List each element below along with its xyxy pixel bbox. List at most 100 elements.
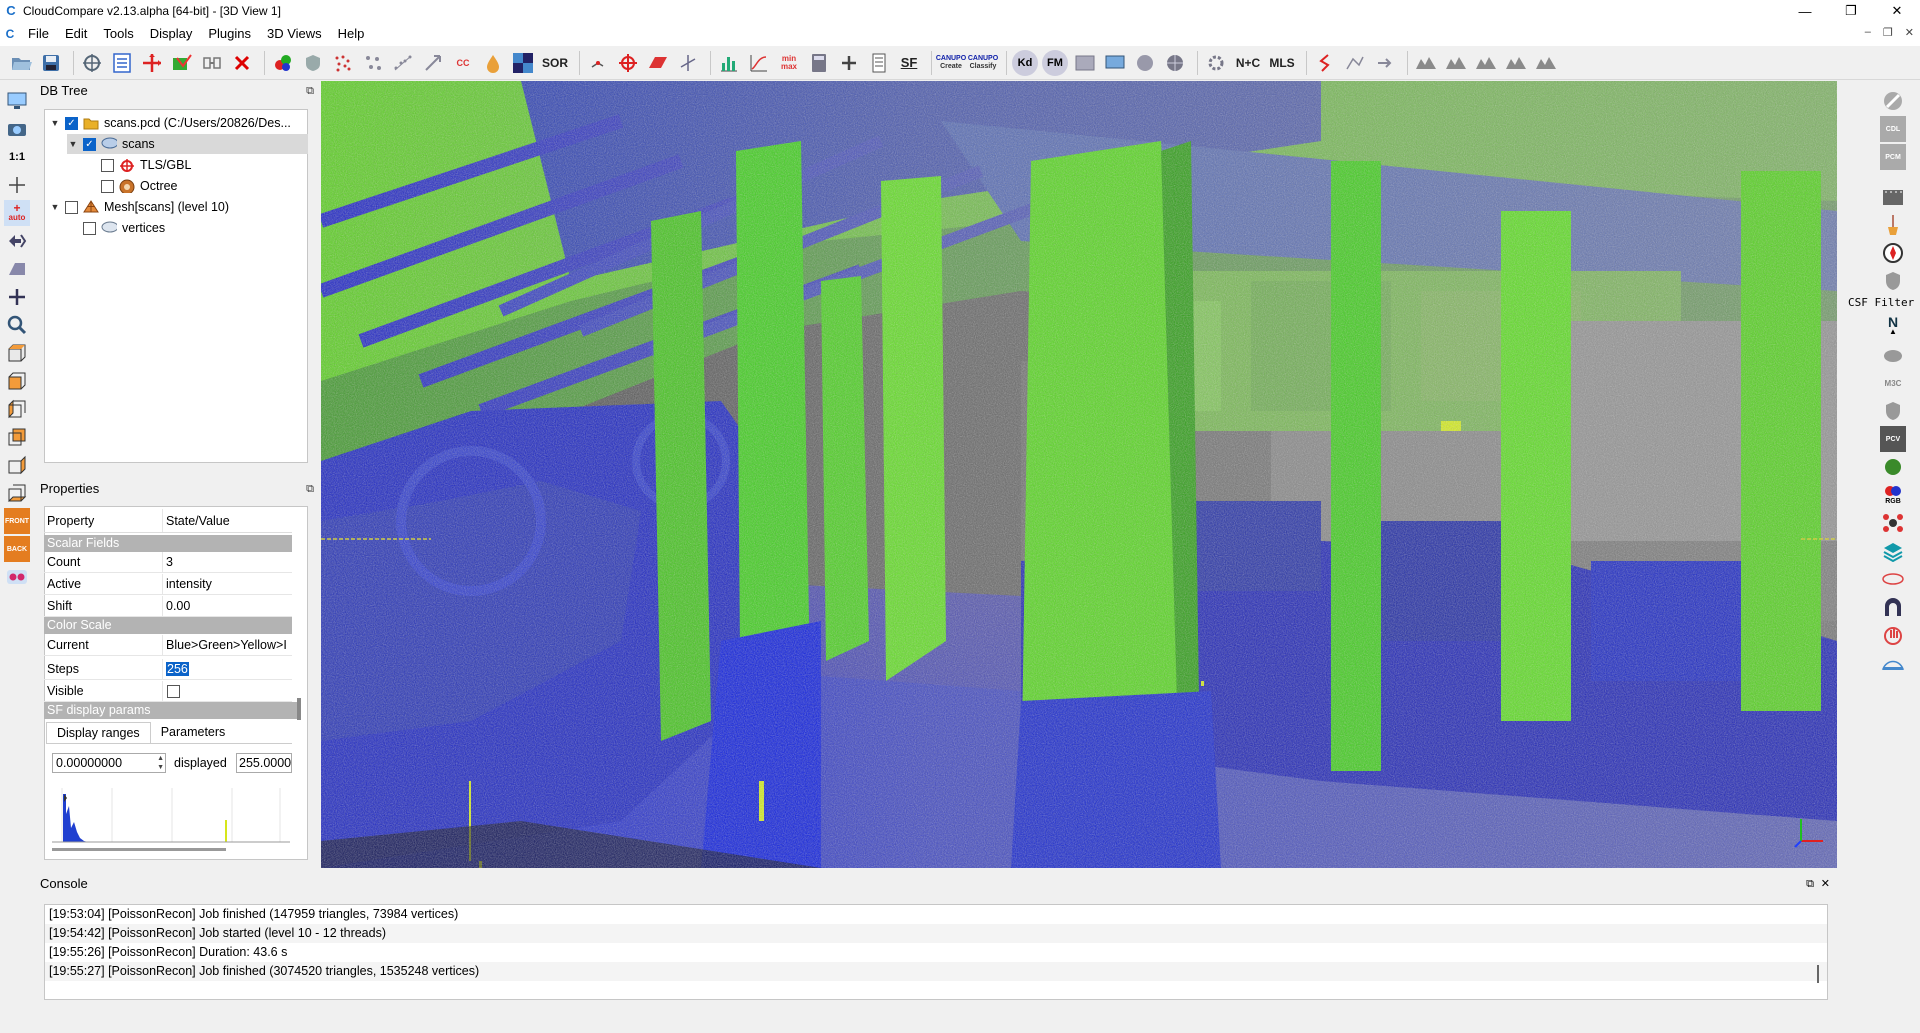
sor-filter-button[interactable]: SOR [540, 50, 570, 76]
camera-icon[interactable] [4, 116, 30, 142]
shield-mesh-icon[interactable] [300, 50, 326, 76]
translate-rotate-icon[interactable] [139, 50, 165, 76]
mls-button[interactable]: MLS [1267, 50, 1297, 76]
console-scrollbar[interactable] [1817, 965, 1819, 983]
globe-icon[interactable] [1162, 50, 1188, 76]
bottom-view-icon[interactable] [4, 480, 30, 506]
m3c2-icon[interactable]: M3C [1880, 370, 1906, 396]
open-icon[interactable] [8, 50, 34, 76]
center-icon[interactable] [4, 284, 30, 310]
crosshair-icon[interactable] [615, 50, 641, 76]
expand-arrow-icon[interactable]: ▼ [49, 118, 61, 128]
brush-icon[interactable] [1880, 212, 1906, 238]
noise-filter-icon[interactable] [390, 50, 416, 76]
auto-pivot-button[interactable]: + auto [4, 200, 30, 226]
add-sf-icon[interactable] [836, 50, 862, 76]
tree-node-tls-gbl[interactable]: TLS/GBL [97, 155, 297, 175]
menu-help[interactable]: Help [330, 22, 373, 46]
menu-file[interactable]: File [20, 22, 57, 46]
mdi-app-icon[interactable]: C [0, 27, 20, 41]
undock-icon[interactable]: ⧉ [306, 480, 314, 498]
histogram-scrollbar[interactable] [52, 848, 226, 851]
sf-list-icon[interactable] [866, 50, 892, 76]
terrain-2-icon[interactable] [1443, 50, 1469, 76]
undock-icon[interactable]: ⧉ [306, 82, 314, 100]
range-max-input[interactable]: 255.0000 [236, 753, 292, 773]
tab-parameters[interactable]: Parameters [151, 722, 236, 743]
merge-icon[interactable] [199, 50, 225, 76]
front-view-icon[interactable] [4, 368, 30, 394]
stereo-icon[interactable] [4, 564, 30, 590]
top-view-icon[interactable] [4, 340, 30, 366]
checker-icon[interactable] [510, 50, 536, 76]
layers-icon[interactable] [1880, 538, 1906, 564]
histogram-icon[interactable] [716, 50, 742, 76]
menu-display[interactable]: Display [142, 22, 201, 46]
pcm-icon[interactable]: PCM [1880, 144, 1906, 170]
active-sf-select[interactable]: intensity [162, 574, 292, 594]
tree-node-octree[interactable]: Octree [97, 176, 297, 196]
console-close-icon[interactable]: ✕ [1821, 875, 1830, 893]
delete-icon[interactable] [229, 50, 255, 76]
terrain-5-icon[interactable] [1533, 50, 1559, 76]
range-min-spinbox[interactable]: 0.00000000 ▲ ▼ [52, 753, 166, 773]
unroll-icon[interactable] [1372, 50, 1398, 76]
pivot-icon[interactable] [4, 172, 30, 198]
visibility-checkbox[interactable]: ✓ [65, 116, 78, 130]
menu-tools[interactable]: Tools [95, 22, 141, 46]
zoom-icon[interactable] [4, 312, 30, 338]
cloud-icon[interactable] [1880, 342, 1906, 368]
axis-icon[interactable] [675, 50, 701, 76]
segment-icon[interactable] [169, 50, 195, 76]
zoom-one-to-one-button[interactable]: 1:1 [4, 144, 30, 170]
fill-icon[interactable] [480, 50, 506, 76]
console-undock-icon[interactable]: ⧉ [1806, 875, 1814, 893]
min-max-icon[interactable]: min max [776, 50, 802, 76]
tree-node-vertices[interactable]: vertices [79, 218, 299, 238]
save-icon[interactable] [38, 50, 64, 76]
tab-display-ranges[interactable]: Display ranges [46, 722, 151, 743]
visibility-checkbox[interactable]: ✓ [83, 137, 96, 151]
visibility-checkbox[interactable] [101, 179, 114, 193]
csf-filter-label[interactable]: CSF Filter [1848, 296, 1920, 312]
terrain-1-icon[interactable] [1413, 50, 1439, 76]
subsample-icon[interactable] [360, 50, 386, 76]
gear-icon[interactable] [1203, 50, 1229, 76]
profile-icon[interactable] [1342, 50, 1368, 76]
fm-button[interactable]: FM [1042, 49, 1068, 76]
visibility-checkbox[interactable] [83, 221, 96, 235]
close-window-button[interactable]: ✕ [1874, 0, 1920, 22]
mdi-restore-button[interactable]: ❐ [1883, 26, 1893, 39]
shield-icon[interactable] [1880, 268, 1906, 294]
monitor-icon[interactable] [4, 88, 30, 114]
visibility-checkbox[interactable] [101, 158, 114, 172]
back-iso-button[interactable]: BACK [4, 536, 30, 562]
cc-icon[interactable]: CC [450, 50, 476, 76]
sf-curve-icon[interactable] [746, 50, 772, 76]
pcv-icon[interactable]: PCV [1880, 426, 1906, 452]
menu-3d-views[interactable]: 3D Views [259, 22, 330, 46]
scale-visible-checkbox[interactable] [167, 684, 180, 698]
molecule-icon[interactable] [1880, 510, 1906, 536]
normal-curvature-button[interactable]: N+C [1233, 50, 1263, 76]
prop-active[interactable]: Active intensity [44, 574, 292, 595]
maximize-button[interactable]: ❐ [1828, 0, 1874, 22]
rotate-view-icon[interactable] [4, 228, 30, 254]
sf-histogram[interactable] [52, 788, 290, 844]
forbidden-icon[interactable] [1880, 88, 1906, 114]
terrain-4-icon[interactable] [1503, 50, 1529, 76]
perspective-icon[interactable] [4, 256, 30, 282]
sf-button[interactable]: SF [896, 50, 922, 76]
console-log[interactable]: [19:53:04] [PoissonRecon] Job finished (… [44, 904, 1828, 1000]
cdl-icon[interactable]: CDL [1880, 116, 1906, 142]
ruler-icon[interactable] [1880, 650, 1906, 676]
mdi-close-button[interactable]: ✕ [1905, 26, 1914, 39]
canupo-create-button[interactable]: CANUPO Create [936, 50, 966, 76]
prop-current-scale[interactable]: Current Blue>Green>Yellow>I [44, 635, 292, 656]
polyline-icon[interactable] [1312, 50, 1338, 76]
calculator-icon[interactable] [806, 50, 832, 76]
film-icon[interactable] [1880, 184, 1906, 210]
screen-icon[interactable] [1102, 50, 1128, 76]
minimize-button[interactable]: — [1782, 0, 1828, 22]
prop-steps[interactable]: Steps 256 [44, 659, 292, 680]
